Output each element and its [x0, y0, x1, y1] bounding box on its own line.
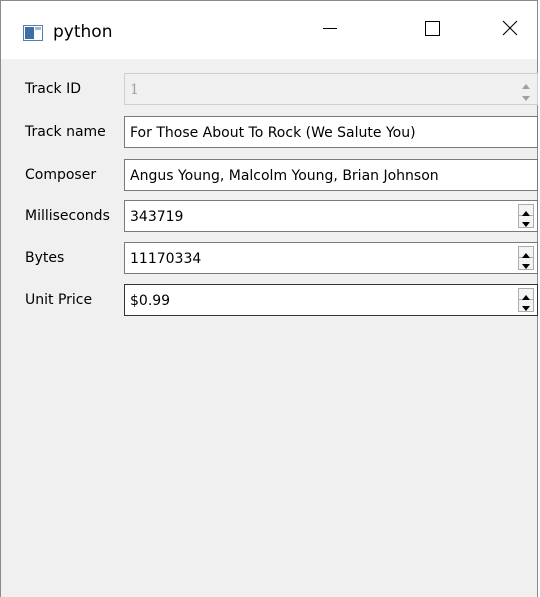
minimize-button[interactable] [306, 1, 352, 59]
milliseconds-label: Milliseconds [25, 208, 110, 224]
bytes-label: Bytes [25, 250, 65, 266]
arrow-down-icon [522, 296, 530, 315]
milliseconds-value: 343719 [130, 209, 184, 225]
milliseconds-step-down-button[interactable] [518, 216, 534, 228]
minimize-icon [320, 19, 338, 41]
unit-price-spinbox[interactable]: $0.99 [124, 284, 538, 316]
arrow-down-icon [522, 86, 530, 105]
unit-price-spinner [518, 288, 534, 312]
track-id-step-down-button[interactable] [518, 89, 534, 101]
window-title: python [53, 22, 113, 42]
composer-input[interactable]: Angus Young, Malcolm Young, Brian Johnso… [124, 159, 538, 191]
milliseconds-spinbox[interactable]: 343719 [124, 200, 538, 232]
maximize-icon [423, 19, 441, 41]
track-name-value: For Those About To Rock (We Salute You) [130, 125, 416, 141]
form-row-unit-price: Unit Price $0.99 [1, 284, 538, 316]
composer-value: Angus Young, Malcolm Young, Brian Johnso… [130, 168, 439, 184]
bytes-value: 11170334 [130, 251, 202, 267]
app-window: python Track ID 1 Track name For Those A… [0, 0, 538, 597]
unit-price-label: Unit Price [25, 292, 93, 308]
track-name-input[interactable]: For Those About To Rock (We Salute You) [124, 116, 538, 148]
form-row-milliseconds: Milliseconds 343719 [1, 200, 538, 232]
bytes-spinbox[interactable]: 11170334 [124, 242, 538, 274]
bytes-step-down-button[interactable] [518, 258, 534, 270]
bytes-spinner [518, 246, 534, 270]
arrow-down-icon [522, 254, 530, 273]
arrow-down-icon [522, 212, 530, 231]
close-button[interactable] [487, 1, 533, 59]
unit-price-step-down-button[interactable] [518, 300, 534, 312]
form-row-composer: Composer Angus Young, Malcolm Young, Bri… [1, 159, 538, 191]
form-row-track-id: Track ID 1 [1, 73, 538, 105]
track-id-value: 1 [130, 82, 139, 98]
form-row-bytes: Bytes 11170334 [1, 242, 538, 274]
unit-price-value: $0.99 [130, 293, 171, 309]
track-name-label: Track name [25, 124, 106, 140]
maximize-button[interactable] [409, 1, 455, 59]
close-icon [501, 19, 519, 41]
form-row-track-name: Track name For Those About To Rock (We S… [1, 116, 538, 148]
milliseconds-spinner [518, 204, 534, 228]
title-bar[interactable]: python [1, 1, 537, 59]
composer-label: Composer [25, 167, 97, 183]
window-app-icon [23, 25, 43, 41]
track-id-label: Track ID [25, 81, 81, 97]
track-id-spinner [518, 77, 534, 101]
track-id-spinbox[interactable]: 1 [124, 73, 538, 105]
